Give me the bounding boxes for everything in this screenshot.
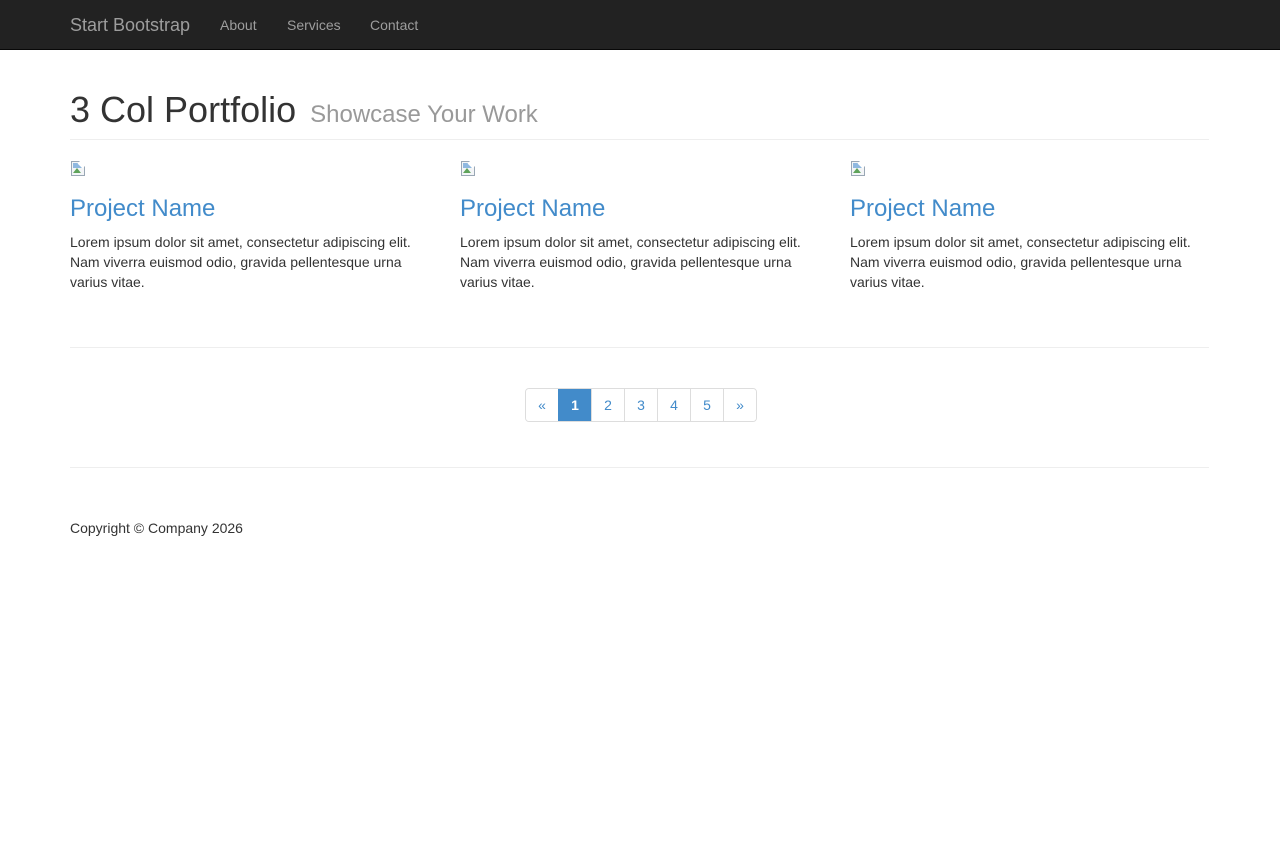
pagination-page-5[interactable]: 5 <box>690 389 723 421</box>
pagination-page-2[interactable]: 2 <box>591 389 624 421</box>
pagination-prev[interactable]: « <box>526 389 558 421</box>
pagination-page-1[interactable]: 1 <box>558 389 591 421</box>
pagination-next[interactable]: » <box>723 389 756 421</box>
header-divider <box>70 139 1209 140</box>
pagination-page-4[interactable]: 4 <box>657 389 690 421</box>
nav-link-about[interactable]: About <box>220 17 257 33</box>
project-title-link[interactable]: Project Name <box>70 195 215 223</box>
project-card: Project Name Lorem ipsum dolor sit amet,… <box>70 158 430 290</box>
footer-divider <box>70 467 1209 468</box>
page-title-text: 3 Col Portfolio <box>70 89 297 130</box>
broken-image-icon[interactable] <box>70 158 88 176</box>
project-description: Lorem ipsum dolor sit amet, consectetur … <box>460 234 801 290</box>
footer-copyright: Copyright © Company 2026 <box>70 520 243 536</box>
nav-link-contact[interactable]: Contact <box>370 17 418 33</box>
project-description: Lorem ipsum dolor sit amet, consectetur … <box>70 234 411 290</box>
nav-link-services[interactable]: Services <box>287 17 341 33</box>
content-divider <box>70 347 1209 348</box>
project-title-link[interactable]: Project Name <box>850 195 995 223</box>
pagination-page-3[interactable]: 3 <box>624 389 657 421</box>
page-subtitle: Showcase Your Work <box>310 101 538 128</box>
pagination: « 1 2 3 4 5 » <box>525 388 757 422</box>
project-card: Project Name Lorem ipsum dolor sit amet,… <box>850 158 1210 290</box>
project-title-link[interactable]: Project Name <box>460 195 605 223</box>
project-description: Lorem ipsum dolor sit amet, consectetur … <box>850 234 1191 290</box>
broken-image-icon[interactable] <box>460 158 478 176</box>
brand-link[interactable]: Start Bootstrap <box>70 14 190 36</box>
page-title: 3 Col Portfolio Showcase Your Work <box>70 88 538 137</box>
broken-image-icon[interactable] <box>850 158 868 176</box>
project-card: Project Name Lorem ipsum dolor sit amet,… <box>460 158 820 290</box>
top-navbar: Start Bootstrap About Services Contact <box>0 0 1280 50</box>
